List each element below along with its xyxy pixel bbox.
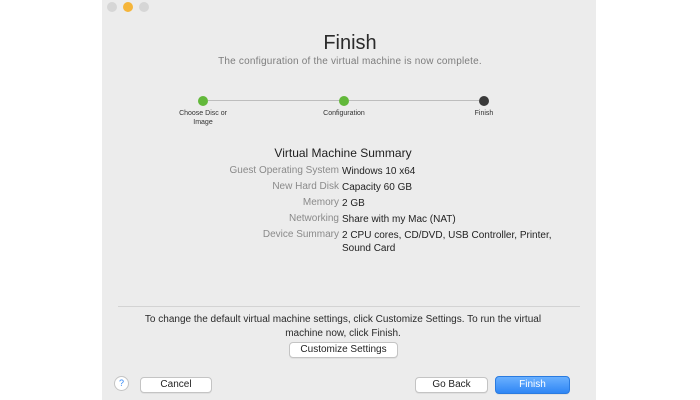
summary-value-hard-disk: Capacity 60 GB (342, 182, 413, 193)
step-dot-finish (479, 96, 489, 106)
minimize-window-button[interactable] (123, 2, 133, 12)
summary-value-memory: 2 GB (342, 198, 365, 209)
cancel-button[interactable]: Cancel (140, 377, 212, 393)
zoom-window-button[interactable] (139, 2, 149, 12)
step-dot-configuration (339, 96, 349, 106)
summary-label-device-summary: Device Summary (262, 229, 339, 240)
summary-label-networking: Networking (288, 213, 339, 224)
page-title: Finish (323, 32, 377, 54)
step-dot-choose-disc (198, 96, 208, 106)
step-label-configuration: Configuration (323, 110, 365, 117)
summary-label-guest-os: Guest Operating System (229, 165, 340, 176)
close-window-button[interactable] (107, 2, 117, 12)
step-connector (349, 100, 479, 101)
go-back-button[interactable]: Go Back (415, 377, 488, 393)
summary-title: Virtual Machine Summary (274, 146, 412, 160)
step-label-finish: Finish (474, 110, 494, 117)
summary-value-guest-os: Windows 10 x64 (342, 166, 416, 177)
step-label-choose-disc: Choose Disc or Image (179, 110, 227, 126)
window-controls (107, 2, 149, 12)
customize-hint: To change the default virtual machine se… (144, 314, 542, 339)
help-button[interactable]: ? (114, 376, 129, 391)
summary-label-hard-disk: New Hard Disk (272, 181, 339, 192)
customize-settings-button[interactable]: Customize Settings (289, 342, 398, 358)
page-subtitle: The configuration of the virtual machine… (218, 56, 482, 67)
divider (118, 306, 580, 307)
summary-value-device-summary-cont: Sound Card (342, 243, 396, 254)
summary-label-memory: Memory (302, 197, 339, 208)
finish-button[interactable]: Finish (495, 376, 570, 394)
step-connector (208, 100, 340, 101)
summary-value-networking: Share with my Mac (NAT) (342, 214, 456, 225)
summary-value-device-summary: 2 CPU cores, CD/DVD, USB Controller, Pri… (342, 230, 552, 241)
